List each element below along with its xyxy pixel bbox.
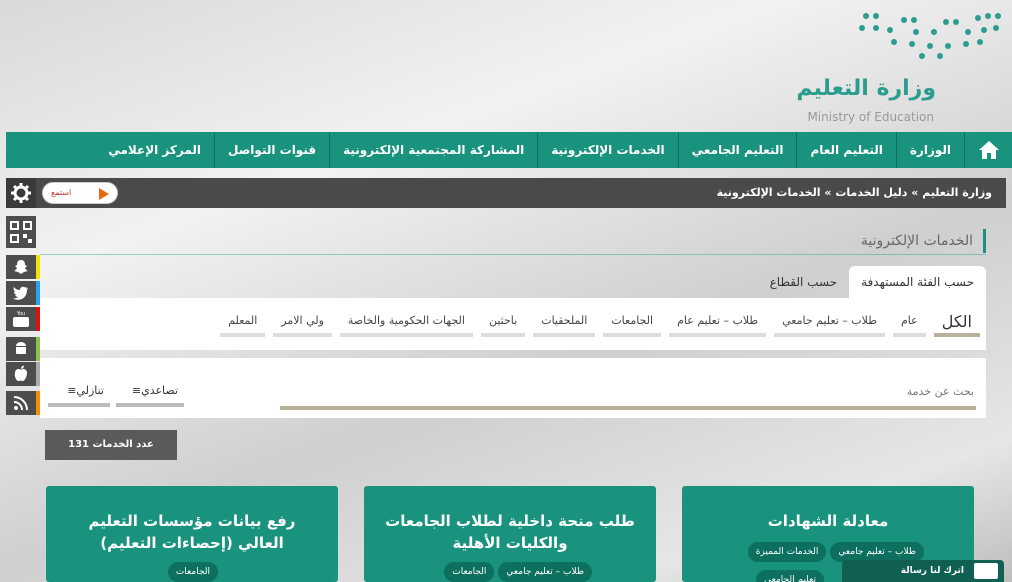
service-card-tags: الجامعات [167, 562, 218, 582]
service-card-title[interactable]: معادلة الشهادات [682, 486, 974, 532]
filter-university-students[interactable]: طلاب – تعليم جامعي [774, 314, 885, 337]
home-icon [978, 141, 999, 159]
service-tag[interactable]: الخدمات المميزة [747, 542, 827, 562]
service-card[interactable]: طلب منحة داخلية لطلاب الجامعات والكليات … [364, 486, 656, 582]
sort-ascending-button[interactable]: تصاعدي≡ [116, 384, 184, 407]
filter-attaches[interactable]: الملحقيات [533, 314, 596, 337]
filter-guardian[interactable]: ولي الامر [273, 314, 332, 337]
service-tag[interactable]: تعليم الجامعي [756, 570, 824, 582]
service-tag[interactable]: طلاب – تعليم جامعي [498, 562, 592, 582]
qr-code-button[interactable] [6, 216, 36, 248]
logo-dots-icon [859, 13, 1001, 59]
logo-arabic-text: وزارة التعليم [796, 76, 936, 101]
rss-button[interactable] [6, 391, 40, 415]
gear-icon [11, 183, 31, 203]
nav-item-e-services[interactable]: الخدمات الإلكترونية [537, 132, 677, 168]
sort-descending-label: تنازلي [76, 384, 104, 397]
category-tabs: حسب الفئة المستهدفة حسب القطاع [758, 266, 986, 298]
filter-teacher[interactable]: المعلم [220, 314, 266, 337]
apple-app-button[interactable] [6, 362, 40, 386]
service-card[interactable]: رفع بيانات مؤسسات التعليم العالي (إحصاءا… [46, 486, 338, 582]
nav-home-button[interactable] [964, 132, 1012, 168]
service-card-tags: طلاب – تعليم جامعي الخدمات المميزة [747, 542, 924, 562]
svg-text:You: You [16, 311, 26, 317]
services-count: عدد الخدمات 131 [45, 430, 177, 460]
play-icon [99, 188, 109, 200]
section-divider [40, 254, 986, 255]
breadcrumb[interactable]: وزارة التعليم » دليل الخدمات » الخدمات ا… [717, 186, 992, 199]
header: وزارة التعليم Ministry of Education [0, 0, 1012, 132]
tab-by-sector[interactable]: حسب القطاع [758, 266, 849, 298]
search-panel: تصاعدي≡ تنازلي≡ [40, 358, 986, 418]
sort-ascending-label: تصاعدي [141, 384, 178, 397]
mail-icon [974, 563, 998, 579]
service-tag[interactable]: الجامعات [167, 562, 218, 582]
leave-message-label: اترك لنا رسالة [900, 566, 964, 576]
breadcrumb-bar: وزارة التعليم » دليل الخدمات » الخدمات ا… [6, 178, 1006, 208]
snapchat-button[interactable] [6, 255, 40, 279]
section-title: الخدمات الإلكترونية [861, 229, 986, 253]
service-card-title[interactable]: رفع بيانات مؤسسات التعليم العالي (إحصاءا… [46, 486, 338, 554]
youtube-icon: You [13, 311, 29, 327]
snapchat-icon [14, 260, 28, 274]
service-card-tags: تعليم الجامعي [756, 570, 824, 582]
nav-item-ministry[interactable]: الوزارة [895, 132, 964, 168]
service-tag[interactable]: طلاب – تعليم جامعي [830, 542, 924, 562]
sort-descending-button[interactable]: تنازلي≡ [48, 384, 110, 407]
nav-item-media-center[interactable]: المركز الإعلامي [95, 132, 214, 168]
leave-message-button[interactable]: اترك لنا رسالة [842, 560, 1004, 582]
filter-researchers[interactable]: باحثين [480, 314, 526, 337]
settings-button[interactable] [6, 178, 36, 208]
nav-item-university-education[interactable]: التعليم الجامعي [677, 132, 797, 168]
filter-general[interactable]: عام [892, 314, 926, 337]
filter-all[interactable]: الكل [933, 312, 980, 337]
search-input[interactable] [280, 376, 976, 410]
main-nav: الوزارة التعليم العام التعليم الجامعي ال… [6, 132, 1012, 168]
android-icon [16, 342, 26, 354]
youtube-button[interactable]: You [6, 307, 40, 331]
filter-general-students[interactable]: طلاب – تعليم عام [669, 314, 767, 337]
filter-universities[interactable]: الجامعات [603, 314, 662, 337]
qr-code-icon [10, 221, 32, 243]
listen-button[interactable]: استمع [42, 182, 118, 204]
nav-item-e-participation[interactable]: المشاركة المجتمعية الإلكترونية [329, 132, 537, 168]
ministry-logo[interactable]: وزارة التعليم Ministry of Education [796, 8, 1006, 124]
service-tag[interactable]: الجامعات [444, 562, 495, 582]
filter-bar: الكل عام طلاب – تعليم جامعي طلاب – تعليم… [40, 298, 986, 350]
listen-label: استمع [51, 188, 72, 197]
apple-icon [14, 365, 27, 382]
sort-icon: ≡ [131, 384, 142, 397]
logo-english-text: Ministry of Education [807, 110, 934, 124]
service-card-tags: طلاب – تعليم جامعي الجامعات [444, 562, 592, 582]
filter-government-private[interactable]: الجهات الحكومية والخاصة [339, 314, 473, 337]
tab-by-target-group[interactable]: حسب الفئة المستهدفة [849, 266, 986, 298]
nav-item-general-education[interactable]: التعليم العام [796, 132, 895, 168]
twitter-button[interactable] [6, 281, 40, 305]
twitter-icon [13, 286, 28, 300]
nav-item-communication-channels[interactable]: قنوات التواصل [214, 132, 329, 168]
android-app-button[interactable] [6, 337, 40, 361]
service-card-title[interactable]: طلب منحة داخلية لطلاب الجامعات والكليات … [364, 486, 656, 554]
rss-icon [13, 396, 28, 411]
